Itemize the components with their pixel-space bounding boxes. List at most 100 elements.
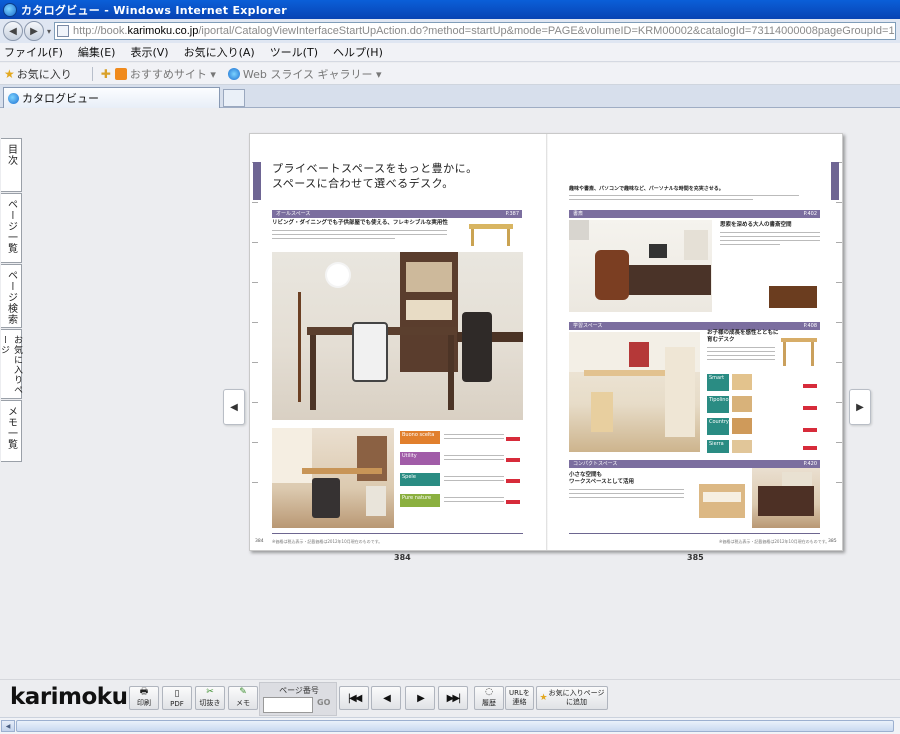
- series-swatch-country: Country: [707, 418, 729, 435]
- series-thumb: [732, 396, 752, 412]
- sidebar-item-favorite-pages[interactable]: お気に入りページ: [0, 329, 22, 399]
- kids-room-photo: [569, 332, 700, 452]
- room-photo-bottom: [272, 428, 394, 528]
- scroll-left-icon[interactable]: ◀: [1, 720, 15, 732]
- side-tabs: 目次 ページ一覧 ページ検索 お気に入りページ メモ一覧: [0, 138, 22, 463]
- prev-page-toolbar-button[interactable]: ◀: [371, 686, 401, 710]
- clip-button[interactable]: ✂ 切抜き: [195, 686, 225, 710]
- study-desk-product: [767, 282, 819, 310]
- new-tab-button[interactable]: [223, 89, 245, 107]
- menu-file[interactable]: ファイル(F): [4, 44, 63, 60]
- memo-button[interactable]: ✎ メモ: [228, 686, 258, 710]
- forward-arrow-icon: ▶: [30, 25, 38, 37]
- catalog-spread[interactable]: プライベートスペースをもっと豊かに。 スペースに合わせて選べるデスク。 オールス…: [249, 133, 843, 551]
- menu-edit[interactable]: 編集(E): [78, 44, 116, 60]
- price-tag: [506, 437, 520, 441]
- window-title: カタログビュー - Windows Internet Explorer: [21, 3, 287, 17]
- compact-subhead-1: 小さな空間も: [569, 472, 603, 478]
- print-button[interactable]: 🖶 印刷: [129, 686, 159, 710]
- page-label-right: 385: [687, 553, 704, 562]
- prev-icon: ◀: [383, 692, 391, 704]
- kids-desk-product: [779, 332, 819, 368]
- section-bar-study: 書斎 P.402: [569, 210, 820, 218]
- first-page-button[interactable]: |◀◀: [339, 686, 369, 710]
- favorites-bar: ★ お気に入り ✚ おすすめサイト ▾ Web スライス ギャラリー ▾: [0, 63, 900, 85]
- pdf-button[interactable]: ▯ PDF: [162, 686, 192, 710]
- menu-view[interactable]: 表示(V): [130, 44, 168, 60]
- study-subhead: 思索を深める大人の書斎空間: [720, 222, 792, 228]
- series-swatch-spele: Spele: [400, 473, 440, 486]
- add-favorite-star-icon[interactable]: ✚: [101, 67, 111, 81]
- tab-ie-icon: [8, 92, 19, 104]
- section-bar-compact: コンパクトスペース P.420: [569, 460, 820, 468]
- sidebar-item-page-search[interactable]: ページ検索: [1, 264, 22, 328]
- page-number-right: 385: [828, 539, 837, 544]
- add-favorite-page-button[interactable]: ★ お気に入りページ に追加: [536, 686, 608, 710]
- last-page-button[interactable]: ▶▶|: [438, 686, 468, 710]
- price-tag: [803, 384, 817, 388]
- suggested-sites-icon: [114, 67, 127, 80]
- next-page-toolbar-button[interactable]: ▶: [405, 686, 435, 710]
- pencil-icon: ✎: [239, 687, 247, 697]
- url-link-button[interactable]: URLを 連絡: [505, 686, 534, 710]
- tab-catalog-view[interactable]: カタログビュー: [3, 87, 220, 108]
- page-number-left: 384: [255, 539, 264, 544]
- price-tag: [803, 406, 817, 410]
- last-page-icon: ▶▶|: [446, 692, 462, 704]
- star-icon: ★: [4, 66, 15, 81]
- web-slice-gallery-button[interactable]: Web スライス ギャラリー ▾: [227, 66, 382, 82]
- sidebar-item-toc[interactable]: 目次: [1, 138, 22, 192]
- window-title-bar: カタログビュー - Windows Internet Explorer: [0, 0, 900, 19]
- menu-favorites[interactable]: お気に入り(A): [184, 44, 255, 60]
- menu-help[interactable]: ヘルプ(H): [333, 44, 383, 60]
- compact-subhead-2: ワークスペースとして活用: [569, 479, 635, 485]
- go-button[interactable]: GO: [317, 698, 330, 707]
- section-bar-all-space: オールスペース P.387: [272, 210, 522, 218]
- favorites-button[interactable]: ★ お気に入り: [4, 66, 72, 82]
- internet-explorer-icon: [3, 2, 17, 17]
- page-rule: [569, 533, 820, 534]
- series-thumb: [732, 418, 752, 434]
- study-body: [720, 230, 820, 245]
- price-tag: [506, 479, 520, 483]
- series-thumb: [732, 374, 752, 390]
- price-tag: [803, 446, 817, 450]
- desk-product-image: [466, 220, 516, 248]
- history-button[interactable]: ◌ 履歴: [474, 686, 504, 710]
- right-intro-body: [569, 193, 799, 200]
- catalog-page-left[interactable]: プライベートスペースをもっと豊かに。 スペースに合わせて選べるデスク。 オールス…: [250, 134, 547, 550]
- page-number-label: ページ番号: [279, 686, 319, 695]
- separator: [91, 66, 93, 81]
- history-dropdown-icon[interactable]: ▾: [47, 27, 51, 36]
- series-swatch-pure-nature: Pure nature: [400, 494, 440, 507]
- sidebar-item-memo-list[interactable]: メモ一覧: [1, 400, 22, 462]
- catalog-page-right[interactable]: 趣味や書斎、パソコンで趣味など、パーソナルな時間を充実させる。 書斎 P.402 …: [547, 134, 844, 550]
- forward-button[interactable]: ▶: [24, 21, 44, 41]
- series-swatch-buono-scelta: Buono scelta: [400, 431, 440, 444]
- back-button[interactable]: ◀: [3, 21, 23, 41]
- main-room-photo: [272, 252, 523, 420]
- scroll-thumb[interactable]: [16, 720, 894, 732]
- learning-body: [707, 345, 775, 360]
- page-label-left: 384: [394, 553, 411, 562]
- sidebar-item-page-list[interactable]: ページ一覧: [1, 193, 22, 263]
- first-page-icon: |◀◀: [347, 692, 363, 704]
- menu-tools[interactable]: ツール(T): [270, 44, 318, 60]
- series-text-2: [444, 453, 504, 460]
- address-row: ◀ ▶ ▾ http://book.karimoku.co.jp/iportal…: [0, 19, 900, 43]
- next-page-button[interactable]: ▶: [849, 389, 871, 425]
- address-bar[interactable]: http://book.karimoku.co.jp/iportal/Catal…: [54, 22, 897, 40]
- address-url: http://book.karimoku.co.jp/iportal/Catal…: [73, 25, 895, 37]
- study-room-photo: [569, 220, 712, 312]
- catalog-headline: プライベートスペースをもっと豊かに。 スペースに合わせて選べるデスク。: [272, 162, 478, 190]
- series-text-4: [444, 495, 504, 502]
- page-footer-caption: ※価格は税込表示・記載価格は2012年10月現在のものです。: [272, 539, 383, 544]
- horizontal-scrollbar[interactable]: ◀: [0, 717, 900, 734]
- viewer-toolbar: karimoku 🖶 印刷 ▯ PDF ✂ 切抜き ✎ メモ ページ番号 GO |◀◀ …: [0, 679, 900, 717]
- prev-page-button[interactable]: ◀: [223, 389, 245, 425]
- page-number-input[interactable]: [263, 697, 313, 713]
- series-text-3: [444, 474, 504, 481]
- compact-room-photo: [752, 468, 820, 528]
- suggested-sites-button[interactable]: おすすめサイト ▾: [114, 66, 216, 82]
- page-rule: [272, 533, 523, 534]
